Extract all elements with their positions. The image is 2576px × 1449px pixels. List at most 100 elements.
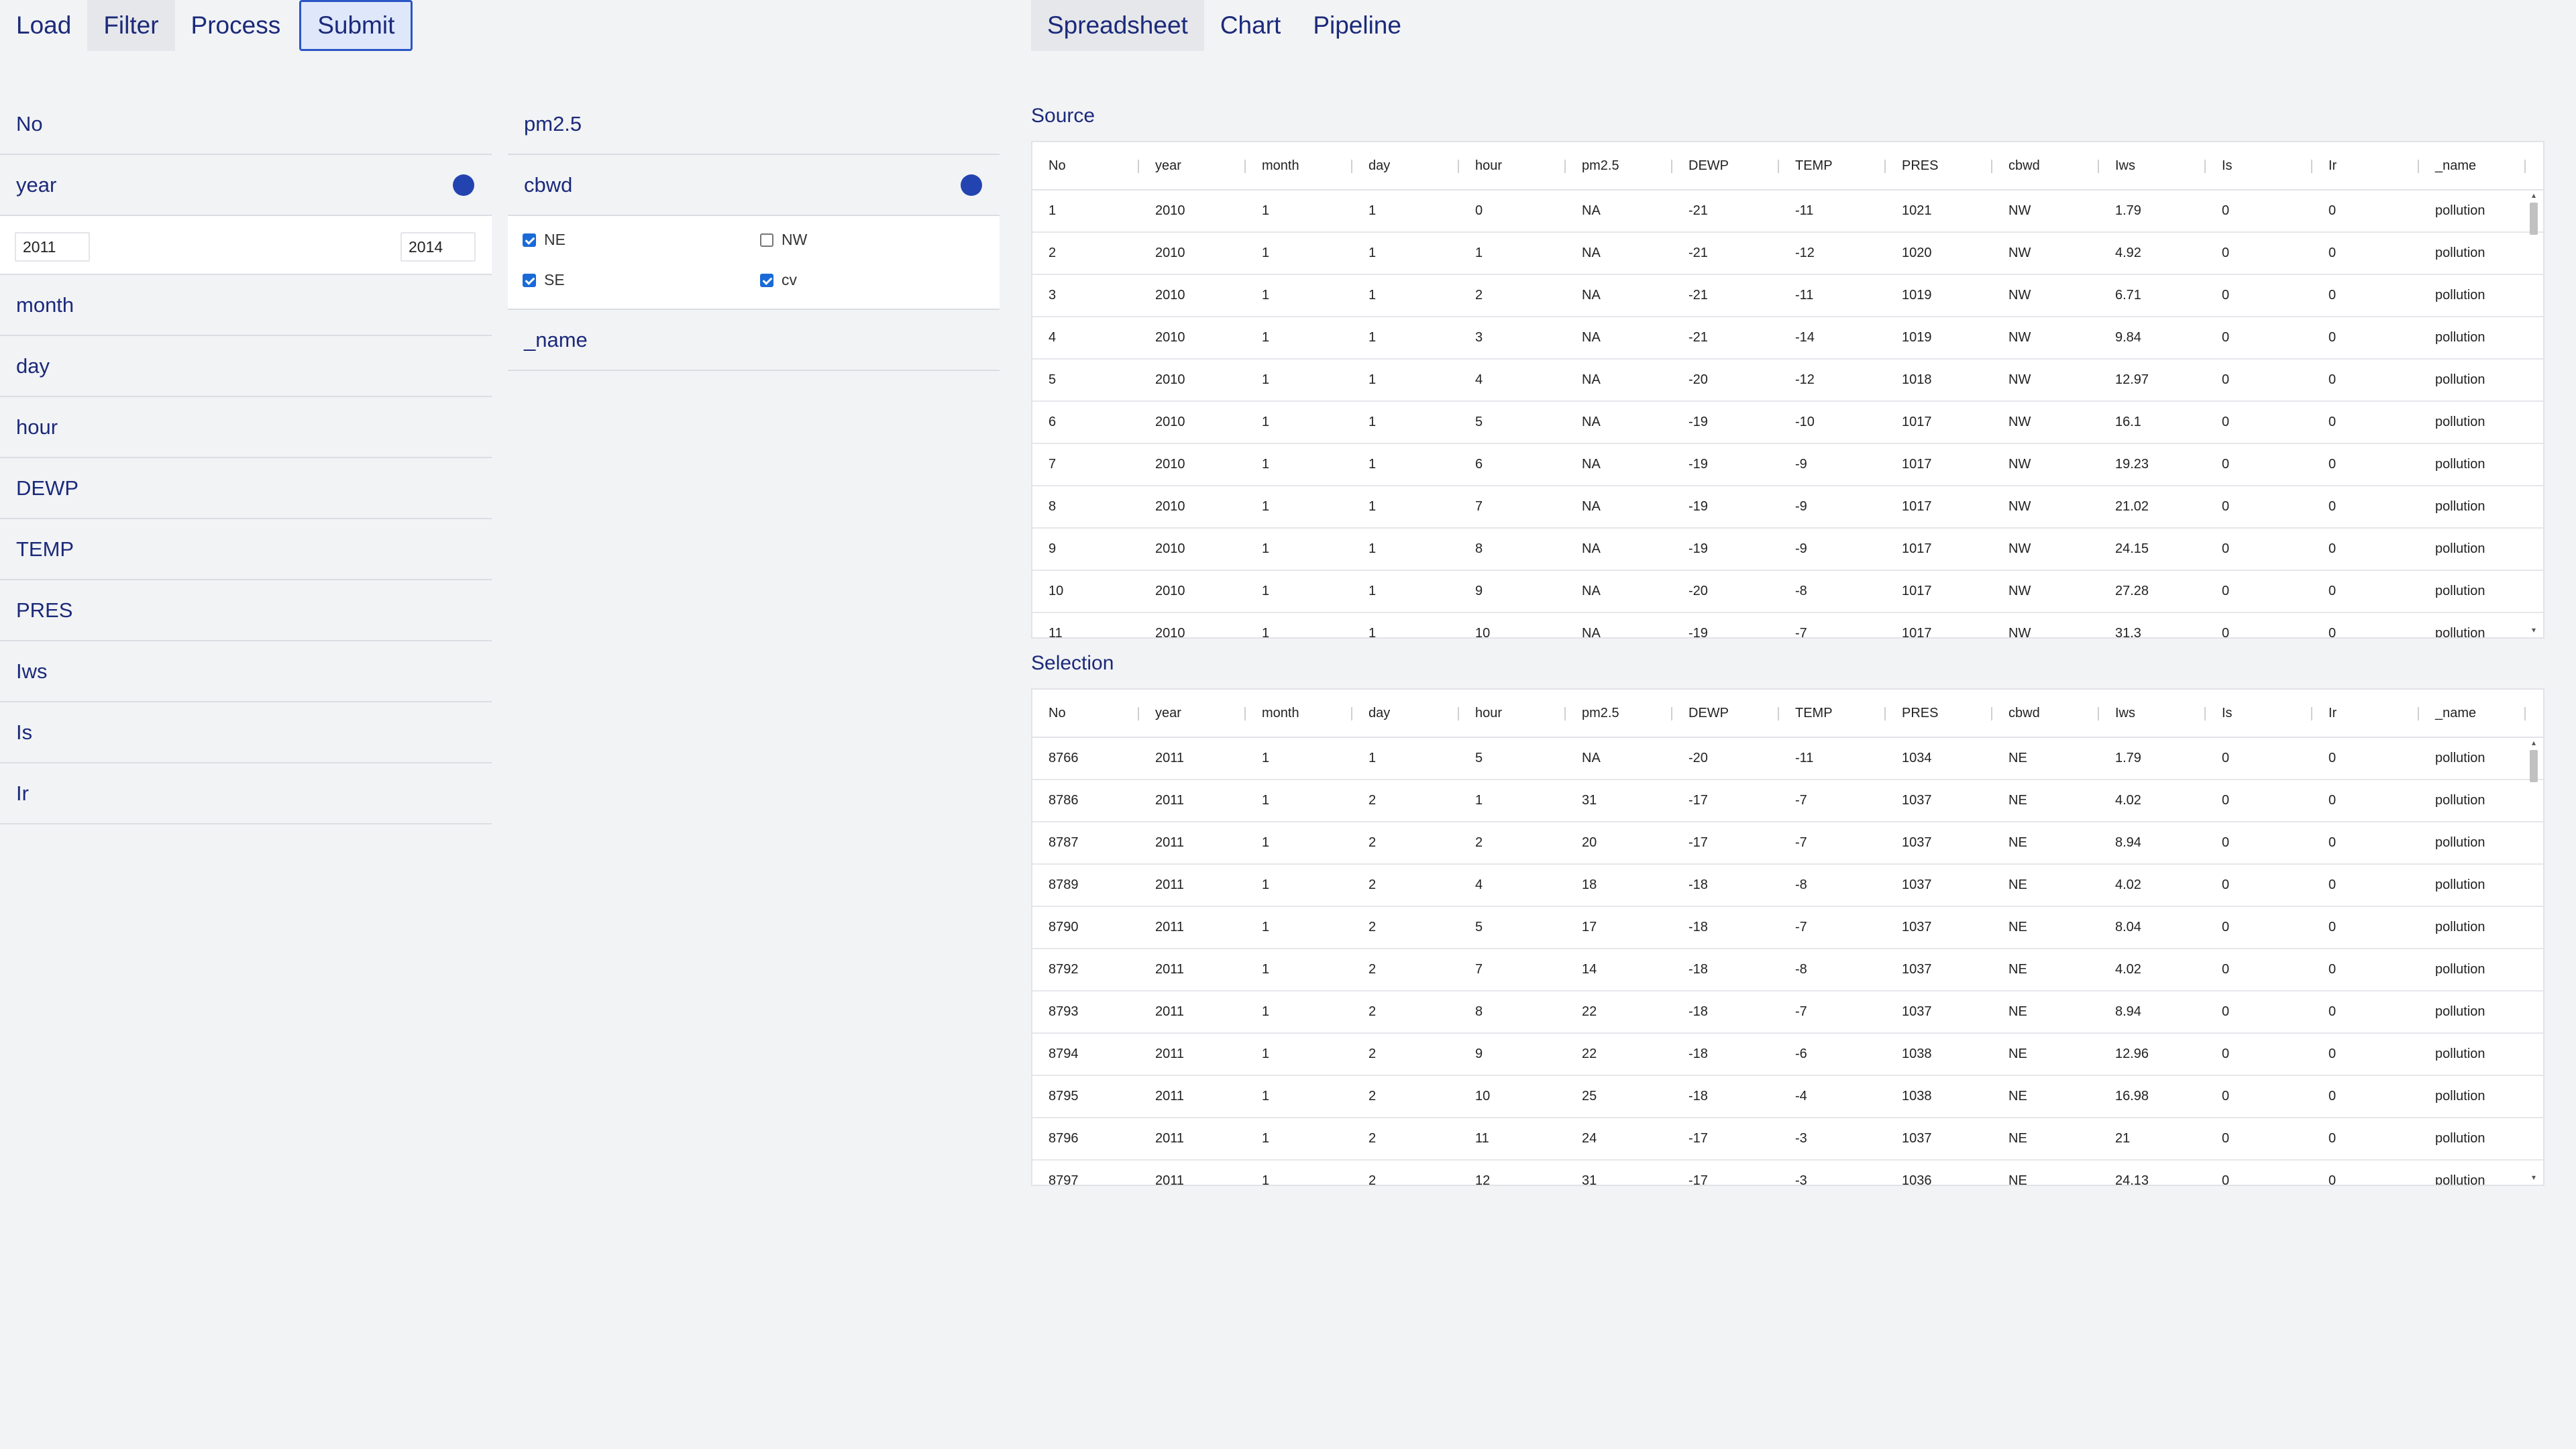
column-header[interactable]: Is bbox=[2206, 690, 2312, 737]
table-row[interactable]: 3 2010 1 1 2 NA -21 -11 1019 NW 6.71 0 0 pollution bbox=[1032, 275, 2543, 317]
year-to-input[interactable] bbox=[400, 232, 476, 262]
filter-name[interactable]: _name bbox=[508, 310, 1000, 371]
column-header[interactable]: cbwd bbox=[1992, 142, 2099, 189]
checkbox-unchecked-icon[interactable] bbox=[760, 233, 773, 247]
table-cell: 2010 bbox=[1155, 415, 1185, 429]
table-row[interactable]: 5 2010 1 1 4 NA -20 -12 1018 NW 12.97 0 0 pollution bbox=[1032, 360, 2543, 402]
vertical-scrollbar[interactable]: ▴ ▾ bbox=[2528, 191, 2539, 635]
table-cell: -21 bbox=[1688, 203, 1708, 218]
table-cell: 4 bbox=[1049, 330, 1057, 345]
table-row[interactable]: 2 2010 1 1 1 NA -21 -12 1020 NW 4.92 0 0 pollution bbox=[1032, 233, 2543, 275]
filter-day[interactable]: day bbox=[0, 336, 492, 397]
column-header[interactable]: Ir bbox=[2312, 690, 2419, 737]
table-row[interactable]: 9 2010 1 1 8 NA -19 -9 1017 NW 24.15 0 0 pollution bbox=[1032, 529, 2543, 571]
scroll-thumb[interactable] bbox=[2530, 203, 2538, 235]
filter-cbwd[interactable]: cbwd bbox=[508, 155, 1000, 216]
scroll-up-icon[interactable]: ▴ bbox=[2528, 191, 2539, 200]
submit-button[interactable]: Submit bbox=[299, 0, 413, 51]
scroll-down-icon[interactable]: ▾ bbox=[2528, 1173, 2539, 1182]
table-cell: pollution bbox=[2435, 877, 2485, 892]
column-header[interactable]: year bbox=[1139, 690, 1246, 737]
table-row[interactable]: 8766 2011 1 1 5 NA -20 -11 1034 NE 1.79 0 0 pollution bbox=[1032, 738, 2543, 780]
cbwd-option-se[interactable]: SE bbox=[523, 271, 565, 289]
column-header[interactable]: TEMP bbox=[1779, 142, 1886, 189]
table-row[interactable]: 8794 2011 1 2 9 22 -18 -6 1038 NE 12.96 0 0 pollution bbox=[1032, 1034, 2543, 1076]
table-cell: 2 bbox=[1368, 1046, 1377, 1061]
table-row[interactable]: 8792 2011 1 2 7 14 -18 -8 1037 NE 4.02 0 0 pollution bbox=[1032, 949, 2543, 991]
filter-temp[interactable]: TEMP bbox=[0, 519, 492, 580]
column-header[interactable]: day bbox=[1352, 690, 1459, 737]
table-cell: pollution bbox=[2435, 288, 2485, 303]
column-header[interactable]: Iws bbox=[2099, 690, 2206, 737]
scroll-up-icon[interactable]: ▴ bbox=[2528, 738, 2539, 747]
table-row[interactable]: 8 2010 1 1 7 NA -19 -9 1017 NW 21.02 0 0 pollution bbox=[1032, 486, 2543, 529]
column-header[interactable]: hour bbox=[1459, 690, 1566, 737]
table-row[interactable]: 1 2010 1 1 0 NA -21 -11 1021 NW 1.79 0 0 pollution bbox=[1032, 191, 2543, 233]
table-row[interactable]: 8797 2011 1 2 12 31 -17 -3 1036 NE 24.13 0 0 pollutio… bbox=[1032, 1161, 2543, 1186]
tab-filter[interactable]: Filter bbox=[87, 0, 175, 51]
column-header[interactable]: Iws bbox=[2099, 142, 2206, 189]
column-header[interactable]: day bbox=[1352, 142, 1459, 189]
tab-spreadsheet[interactable]: Spreadsheet bbox=[1031, 0, 1204, 51]
table-cell: 0 bbox=[2222, 626, 2230, 639]
cbwd-option-ne[interactable]: NE bbox=[523, 231, 566, 249]
table-row[interactable]: 8787 2011 1 2 2 20 -17 -7 1037 NE 8.94 0 0 pollution bbox=[1032, 822, 2543, 865]
filter-dewp[interactable]: DEWP bbox=[0, 458, 492, 519]
table-row[interactable]: 4 2010 1 1 3 NA -21 -14 1019 NW 9.84 0 0 pollution bbox=[1032, 317, 2543, 360]
table-row[interactable]: 8795 2011 1 2 10 25 -18 -4 1038 NE 16.98 0 0 pollutio… bbox=[1032, 1076, 2543, 1118]
checkbox-checked-icon[interactable] bbox=[760, 273, 773, 287]
column-header[interactable]: TEMP bbox=[1779, 690, 1886, 737]
column-header[interactable]: pm2.5 bbox=[1566, 690, 1672, 737]
table-row[interactable]: 8793 2011 1 2 8 22 -18 -7 1037 NE 8.94 0 0 pollution bbox=[1032, 991, 2543, 1034]
scroll-thumb[interactable] bbox=[2530, 750, 2538, 782]
tab-chart[interactable]: Chart bbox=[1204, 0, 1297, 51]
filter-pm25[interactable]: pm2.5 bbox=[508, 94, 1000, 155]
column-header[interactable]: DEWP bbox=[1672, 142, 1779, 189]
column-header[interactable]: DEWP bbox=[1672, 690, 1779, 737]
column-header[interactable]: PRES bbox=[1886, 142, 1992, 189]
tab-pipeline[interactable]: Pipeline bbox=[1297, 0, 1417, 51]
table-row[interactable]: 6 2010 1 1 5 NA -19 -10 1017 NW 16.1 0 0 pollution bbox=[1032, 402, 2543, 444]
table-row[interactable]: 8790 2011 1 2 5 17 -18 -7 1037 NE 8.04 0 0 pollution bbox=[1032, 907, 2543, 949]
column-header[interactable]: _name bbox=[2419, 142, 2526, 189]
checkbox-checked-icon[interactable] bbox=[523, 273, 536, 287]
column-header[interactable]: hour bbox=[1459, 142, 1566, 189]
table-cell: 4.02 bbox=[2115, 962, 2141, 977]
filter-iws[interactable]: Iws bbox=[0, 641, 492, 702]
scroll-down-icon[interactable]: ▾ bbox=[2528, 625, 2539, 635]
filter-month[interactable]: month bbox=[0, 275, 492, 336]
filter-ir[interactable]: Ir bbox=[0, 763, 492, 824]
filter-pres[interactable]: PRES bbox=[0, 580, 492, 641]
table-cell: 2011 bbox=[1155, 1173, 1185, 1186]
column-header[interactable]: month bbox=[1246, 690, 1352, 737]
column-header[interactable]: month bbox=[1246, 142, 1352, 189]
filter-year[interactable]: year bbox=[0, 155, 492, 216]
column-header[interactable]: Ir bbox=[2312, 142, 2419, 189]
column-header[interactable]: pm2.5 bbox=[1566, 142, 1672, 189]
cbwd-option-cv[interactable]: cv bbox=[760, 271, 797, 289]
column-header[interactable]: PRES bbox=[1886, 690, 1992, 737]
vertical-scrollbar[interactable]: ▴ ▾ bbox=[2528, 738, 2539, 1182]
table-row[interactable]: 8789 2011 1 2 4 18 -18 -8 1037 NE 4.02 0 0 pollution bbox=[1032, 865, 2543, 907]
tab-load[interactable]: Load bbox=[0, 0, 87, 51]
table-row[interactable]: 10 2010 1 1 9 NA -20 -8 1017 NW 27.28 0 0 pollution bbox=[1032, 571, 2543, 613]
column-header[interactable]: No bbox=[1032, 690, 1139, 737]
table-cell: 0 bbox=[2222, 499, 2230, 514]
table-cell: 0 bbox=[2328, 1089, 2337, 1104]
column-header[interactable]: year bbox=[1139, 142, 1246, 189]
column-header[interactable]: Is bbox=[2206, 142, 2312, 189]
filter-no[interactable]: No bbox=[0, 94, 492, 155]
checkbox-checked-icon[interactable] bbox=[523, 233, 536, 247]
column-header[interactable]: No bbox=[1032, 142, 1139, 189]
column-header[interactable]: _name bbox=[2419, 690, 2526, 737]
year-from-input[interactable] bbox=[15, 232, 90, 262]
table-row[interactable]: 11 2010 1 1 10 NA -19 -7 1017 NW 31.3 0 0 pollution bbox=[1032, 613, 2543, 639]
table-row[interactable]: 7 2010 1 1 6 NA -19 -9 1017 NW 19.23 0 0 pollution bbox=[1032, 444, 2543, 486]
table-row[interactable]: 8796 2011 1 2 11 24 -17 -3 1037 NE 21 0 0 pollution bbox=[1032, 1118, 2543, 1161]
filter-hour[interactable]: hour bbox=[0, 397, 492, 458]
cbwd-option-nw[interactable]: NW bbox=[760, 231, 807, 249]
table-row[interactable]: 8786 2011 1 2 1 31 -17 -7 1037 NE 4.02 0 0 pollution bbox=[1032, 780, 2543, 822]
filter-is[interactable]: Is bbox=[0, 702, 492, 763]
column-header[interactable]: cbwd bbox=[1992, 690, 2099, 737]
tab-process[interactable]: Process bbox=[175, 0, 297, 51]
